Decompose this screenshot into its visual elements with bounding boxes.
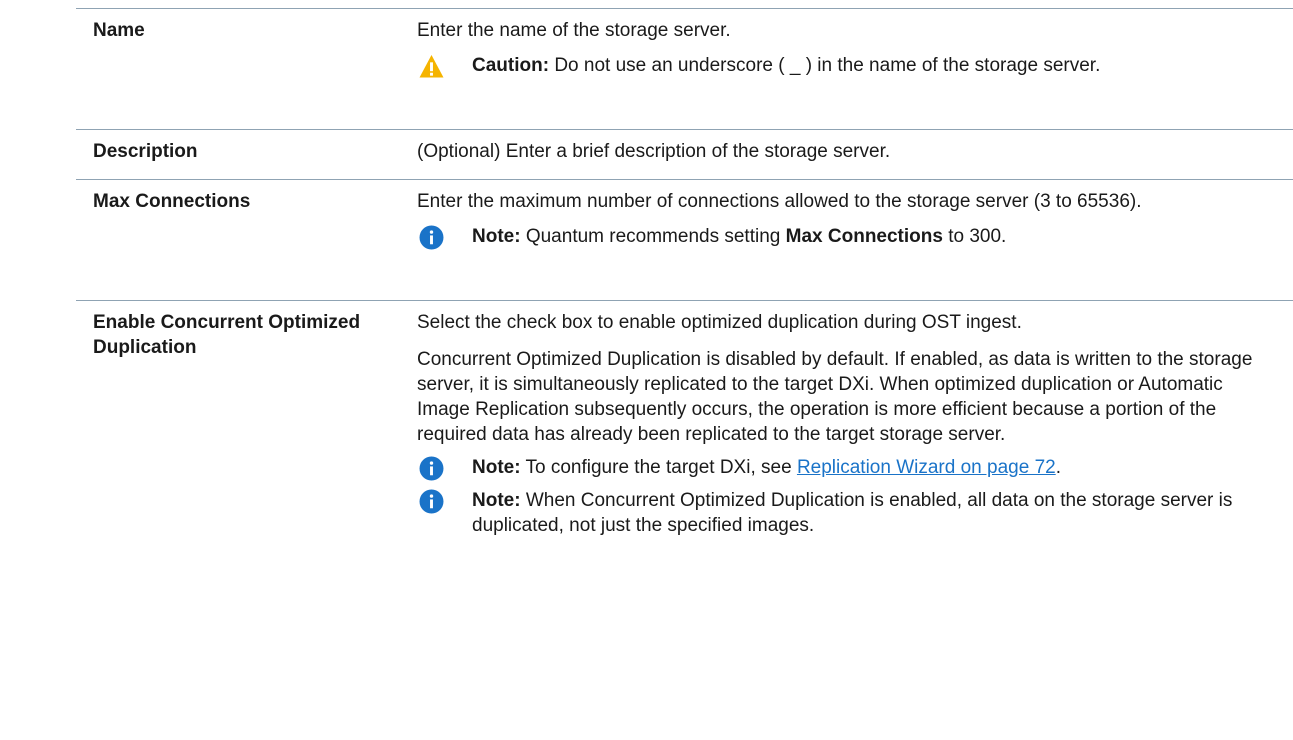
caution-lead: Caution:	[472, 55, 550, 76]
term-max-connections: Max Connections	[93, 191, 251, 212]
table-row-concurrent-duplication: Enable Concurrent Optimized Duplication …	[76, 300, 1293, 732]
term-concurrent-duplication: Enable Concurrent Optimized Duplication	[93, 312, 361, 358]
note-text-after: .	[1055, 457, 1061, 478]
info-icon	[419, 489, 444, 514]
caution-note: Caution: Do not use an underscore ( _ ) …	[417, 53, 1257, 78]
term-description: Description	[93, 141, 198, 162]
caution-icon	[419, 54, 444, 79]
caution-text: Do not use an underscore ( _ ) in the na…	[549, 55, 1101, 76]
table-row-name: Name Enter the name of the storage serve…	[76, 8, 1293, 129]
note-lead: Note:	[472, 226, 521, 247]
note-text-after: to 300.	[942, 226, 1007, 247]
info-icon	[419, 456, 444, 481]
desc-description: (Optional) Enter a brief description of …	[417, 141, 891, 162]
term-name: Name	[93, 20, 145, 41]
definition-description: (Optional) Enter a brief description of …	[417, 139, 1257, 179]
info-icon	[419, 225, 444, 250]
desc2-concurrent-duplication: Concurrent Optimized Duplication is disa…	[417, 349, 1253, 445]
note-text: When Concurrent Optimized Duplication is…	[472, 490, 1233, 536]
max-connections-note: Note: Quantum recommends setting Max Con…	[417, 224, 1257, 250]
definition-max-connections: Enter the maximum number of connections …	[417, 189, 1257, 300]
note-bold-term: Max Connections	[785, 226, 943, 247]
table-row-description: Description (Optional) Enter a brief des…	[76, 129, 1293, 179]
desc-max-connections: Enter the maximum number of connections …	[417, 191, 1142, 212]
desc1-concurrent-duplication: Select the check box to enable optimized…	[417, 312, 1022, 333]
note-lead: Note:	[472, 457, 521, 478]
note-lead: Note:	[472, 490, 521, 511]
desc-name: Enter the name of the storage server.	[417, 20, 731, 41]
parameter-table: Name Enter the name of the storage serve…	[76, 8, 1293, 732]
duplication-note: Note: When Concurrent Optimized Duplicat…	[417, 488, 1257, 538]
definition-name: Enter the name of the storage server. Ca…	[417, 18, 1257, 129]
table-row-max-connections: Max Connections Enter the maximum number…	[76, 179, 1293, 300]
note-text: To configure the target DXi, see	[520, 457, 797, 478]
replication-wizard-link[interactable]: Replication Wizard on page 72	[797, 457, 1056, 478]
definition-concurrent-duplication: Select the check box to enable optimized…	[417, 310, 1257, 732]
replication-note: Note: To configure the target DXi, see R…	[417, 455, 1257, 481]
note-text-before: Quantum recommends setting	[520, 226, 786, 247]
